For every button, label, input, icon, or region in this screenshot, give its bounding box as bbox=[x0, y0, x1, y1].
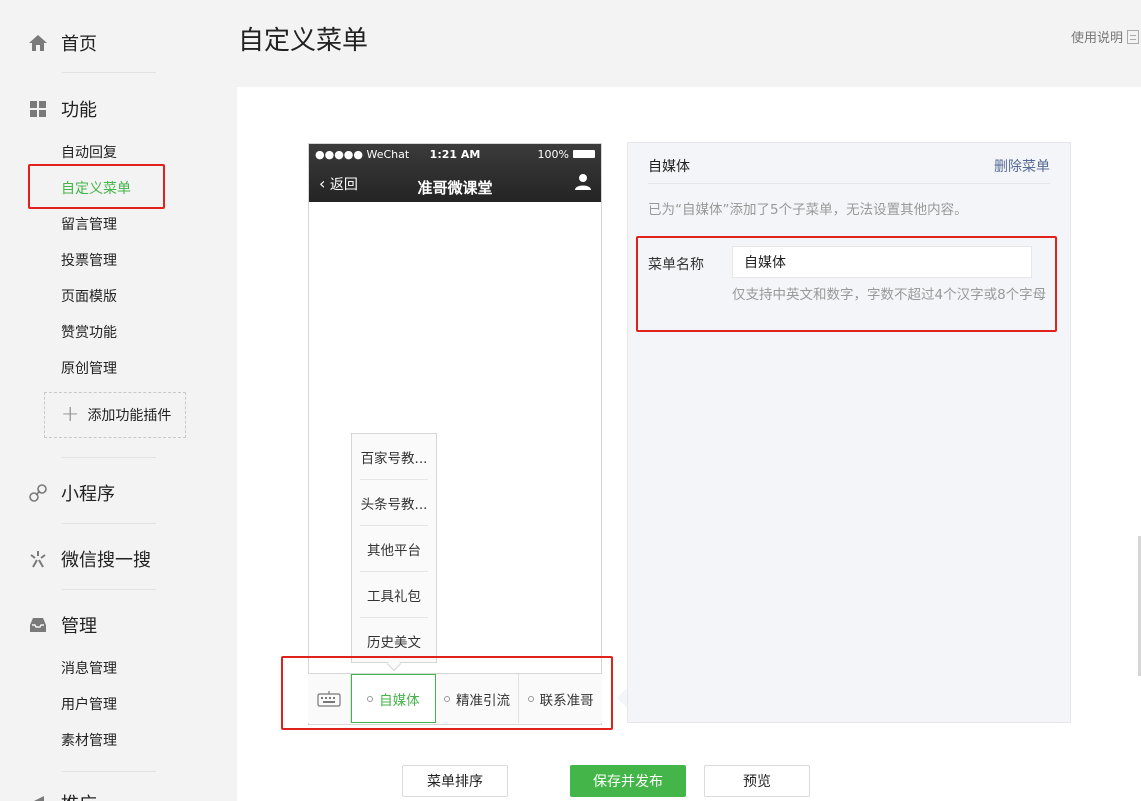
phone-header: ●●●●● WeChat 1:21 AM 100% 准哥微课堂 ‹ 返回 bbox=[309, 144, 601, 202]
submenu-item[interactable]: 头条号教... bbox=[360, 480, 428, 526]
user-icon[interactable] bbox=[575, 173, 591, 191]
divider bbox=[62, 457, 156, 458]
submenu-item[interactable]: 百家号教... bbox=[360, 434, 428, 480]
sidebar-item-auto-reply[interactable]: 自动回复 bbox=[61, 142, 117, 162]
divider bbox=[62, 72, 156, 73]
grid-icon bbox=[28, 99, 48, 119]
back-label: 返回 bbox=[329, 177, 358, 193]
sort-menu-button[interactable]: 菜单排序 bbox=[402, 765, 508, 797]
add-plugin-button[interactable]: + 添加功能插件 bbox=[44, 392, 186, 438]
battery-icon bbox=[573, 150, 595, 158]
sparkle-icon bbox=[28, 549, 48, 569]
nav-promotion[interactable]: 推广 bbox=[28, 790, 97, 801]
submenu-popup: 百家号教... 头条号教... 其他平台 工具礼包 历史美文 bbox=[351, 433, 437, 663]
divider bbox=[62, 523, 156, 524]
nav-mini-program[interactable]: 小程序 bbox=[28, 480, 115, 506]
sidebar-item-materials[interactable]: 素材管理 bbox=[61, 730, 117, 750]
inbox-icon bbox=[28, 615, 48, 635]
sidebar-item-original[interactable]: 原创管理 bbox=[61, 358, 117, 378]
sidebar: 首页 功能 自动回复 自定义菜单 留言管理 投票管理 页面模版 赞赏功能 原创管… bbox=[0, 0, 215, 801]
nav-manage[interactable]: 管理 bbox=[28, 612, 97, 638]
nav-home-label: 首页 bbox=[61, 34, 97, 55]
home-icon bbox=[28, 33, 48, 53]
battery-label: 100% bbox=[537, 148, 569, 161]
nav-wechat-search[interactable]: 微信搜一搜 bbox=[28, 546, 151, 572]
highlight-box-name-field bbox=[636, 236, 1057, 332]
sidebar-item-users[interactable]: 用户管理 bbox=[61, 694, 117, 714]
page-title: 自定义菜单 bbox=[238, 26, 369, 56]
save-publish-button[interactable]: 保存并发布 bbox=[570, 765, 686, 797]
help-label: 使用说明 bbox=[1070, 31, 1123, 46]
nav-mini-program-label: 小程序 bbox=[61, 484, 115, 505]
document-icon bbox=[1127, 29, 1139, 44]
back-button[interactable]: ‹ 返回 bbox=[319, 174, 358, 194]
highlight-box-menu-bar bbox=[281, 656, 613, 730]
submenu-item[interactable]: 工具礼包 bbox=[360, 572, 428, 618]
plus-icon: + bbox=[61, 402, 80, 427]
link-icon bbox=[28, 483, 48, 503]
menu-editor-panel bbox=[627, 142, 1071, 723]
nav-promotion-label: 推广 bbox=[61, 790, 97, 801]
chevron-left-icon: ‹ bbox=[319, 174, 326, 193]
sidebar-item-page-templates[interactable]: 页面模版 bbox=[61, 286, 117, 306]
editor-divider bbox=[648, 183, 1050, 184]
highlight-box-sidebar bbox=[28, 164, 165, 209]
divider bbox=[62, 589, 156, 590]
sidebar-item-votes[interactable]: 投票管理 bbox=[61, 250, 117, 270]
delete-menu-link[interactable]: 删除菜单 bbox=[994, 156, 1050, 176]
divider bbox=[62, 771, 156, 772]
editor-info-text: 已为“自媒体”添加了5个子菜单，无法设置其他内容。 bbox=[648, 202, 968, 218]
preview-button[interactable]: 预览 bbox=[704, 765, 810, 797]
submenu-item[interactable]: 其他平台 bbox=[360, 526, 428, 572]
editor-menu-title: 自媒体 bbox=[648, 159, 690, 175]
help-link[interactable]: 使用说明 bbox=[1071, 27, 1139, 46]
megaphone-icon bbox=[28, 793, 48, 801]
nav-home[interactable]: 首页 bbox=[28, 30, 97, 56]
add-plugin-label: 添加功能插件 bbox=[87, 408, 172, 424]
nav-manage-label: 管理 bbox=[61, 616, 97, 637]
nav-features[interactable]: 功能 bbox=[28, 96, 97, 122]
sidebar-item-messages[interactable]: 消息管理 bbox=[61, 658, 117, 678]
nav-wechat-search-label: 微信搜一搜 bbox=[61, 550, 151, 571]
sidebar-item-comments[interactable]: 留言管理 bbox=[61, 214, 117, 234]
editor-pointer-arrow bbox=[617, 688, 627, 708]
nav-features-label: 功能 bbox=[61, 100, 97, 121]
sidebar-item-reward[interactable]: 赞赏功能 bbox=[61, 322, 117, 342]
